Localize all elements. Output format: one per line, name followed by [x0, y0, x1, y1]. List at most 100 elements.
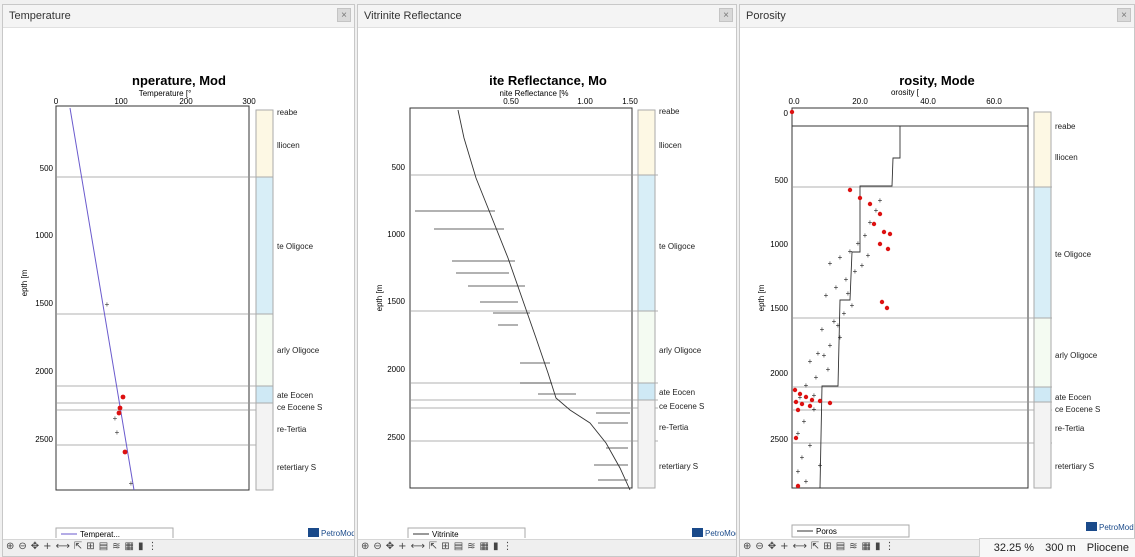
color-icon[interactable]: ▦: [862, 541, 871, 552]
temperature-panel: Temperature × nperature, Mod Temperature…: [2, 4, 355, 557]
svg-text:lliocen: lliocen: [277, 141, 300, 150]
measure-icon[interactable]: ⟷: [56, 541, 70, 552]
x-tick: 0.50: [503, 97, 519, 106]
y-tick: 2500: [387, 433, 405, 442]
y-axis-label: epth [m: [375, 284, 384, 311]
temperature-chart: nperature, Mod Temperature [° 0 100 200 …: [20, 73, 354, 538]
svg-text:+: +: [836, 321, 841, 330]
strat-labels: reabe lliocen te Oligoce arly Oligoce at…: [1055, 122, 1100, 471]
y-axis-label: epth [m: [20, 269, 29, 296]
legend-icon[interactable]: ≋: [849, 541, 857, 552]
table-icon[interactable]: ⋮: [503, 541, 513, 552]
axis-icon[interactable]: ⊞: [823, 541, 831, 552]
logo-text: PetroMod: [1099, 523, 1134, 532]
zoom-in-icon[interactable]: ⊕: [743, 541, 751, 552]
svg-text:+: +: [878, 196, 883, 205]
legend-label: Vitrinite: [432, 530, 459, 538]
color-icon[interactable]: ▦: [480, 541, 489, 552]
legend-label: Poros: [816, 527, 837, 536]
svg-text:+: +: [828, 341, 833, 350]
axis-icon[interactable]: ⊞: [86, 541, 94, 552]
y-tick: 1000: [770, 240, 788, 249]
panel-title-bar: Porosity ×: [740, 5, 1134, 28]
measure-icon[interactable]: ⟷: [411, 541, 425, 552]
legend-icon[interactable]: ≋: [467, 541, 475, 552]
svg-text:te Oligoce: te Oligoce: [659, 242, 696, 251]
red-points: [116, 394, 128, 455]
strat-column: [637, 109, 656, 489]
svg-text:+: +: [816, 349, 821, 358]
legend-icon[interactable]: ≋: [112, 541, 120, 552]
close-icon[interactable]: ×: [337, 8, 351, 22]
select-icon[interactable]: ⇱: [74, 541, 82, 552]
svg-text:te Oligoce: te Oligoce: [277, 242, 314, 251]
pan-icon[interactable]: ✥: [768, 541, 776, 552]
pan-icon[interactable]: ✥: [31, 541, 39, 552]
svg-text:+: +: [804, 381, 809, 390]
temperature-model-line: [69, 107, 135, 491]
y-tick: 1500: [35, 299, 53, 308]
svg-text:+: +: [808, 357, 813, 366]
y-tick: 500: [392, 163, 406, 172]
grid-icon[interactable]: ▤: [836, 541, 845, 552]
panel-toolbar: ⊕ ⊖ ✥ + ⟷ ⇱ ⊞ ▤ ≋ ▦ ▮ ⋮: [3, 539, 354, 556]
zoom-out-icon[interactable]: ⊖: [18, 541, 26, 552]
svg-text:+: +: [866, 251, 871, 260]
zoom-out-icon[interactable]: ⊖: [373, 541, 381, 552]
pan-icon[interactable]: ✥: [386, 541, 394, 552]
svg-text:ate Eocen: ate Eocen: [659, 388, 695, 397]
close-icon[interactable]: ×: [1117, 8, 1131, 22]
vitrinite-chart: ite Reflectance, Mo nite Reflectance [% …: [375, 73, 736, 538]
depth-readout: 300 m: [1045, 542, 1076, 554]
svg-text:+: +: [818, 461, 823, 470]
svg-text:ate Eocen: ate Eocen: [277, 391, 313, 400]
svg-text:ce Eocene S: ce Eocene S: [659, 402, 704, 411]
layers-icon[interactable]: ▮: [493, 541, 499, 552]
grid-icon[interactable]: ▤: [99, 541, 108, 552]
svg-text:+: +: [860, 261, 865, 270]
svg-text:re-Tertia: re-Tertia: [277, 425, 307, 434]
zoom-out-icon[interactable]: ⊖: [755, 541, 763, 552]
strat-column: [255, 109, 274, 491]
svg-text:retertiary S: retertiary S: [659, 462, 698, 471]
grid-icon[interactable]: ▤: [454, 541, 463, 552]
crosshair-icon[interactable]: +: [398, 541, 406, 552]
panel-title: Vitrinite Reflectance: [364, 10, 462, 22]
petromod-logo-icon: [692, 528, 703, 537]
zoom-in-icon[interactable]: ⊕: [6, 541, 14, 552]
zoom-in-icon[interactable]: ⊕: [361, 541, 369, 552]
select-icon[interactable]: ⇱: [811, 541, 819, 552]
svg-text:ce Eocene S: ce Eocene S: [277, 403, 322, 412]
table-icon[interactable]: ⋮: [885, 541, 895, 552]
logo-text: PetroMod: [705, 529, 736, 538]
plot-frame: [409, 107, 633, 489]
color-icon[interactable]: ▦: [125, 541, 134, 552]
svg-text:arly Oligoce: arly Oligoce: [277, 346, 320, 355]
crosshair-icon[interactable]: +: [780, 541, 788, 552]
panel-title: Porosity: [746, 10, 786, 22]
x-axis-label: orosity [: [891, 88, 920, 97]
table-icon[interactable]: ⋮: [148, 541, 158, 552]
svg-text:re-Tertia: re-Tertia: [659, 423, 689, 432]
svg-text:lliocen: lliocen: [659, 141, 682, 150]
layers-icon[interactable]: ▮: [138, 541, 144, 552]
axis-icon[interactable]: ⊞: [441, 541, 449, 552]
crosshair-icon[interactable]: +: [43, 541, 51, 552]
legend-box[interactable]: [407, 527, 526, 538]
svg-text:+: +: [828, 259, 833, 268]
select-icon[interactable]: ⇱: [429, 541, 437, 552]
svg-text:lliocen: lliocen: [1055, 153, 1078, 162]
svg-text:reabe: reabe: [1055, 122, 1076, 131]
plot-title: rosity, Mode: [899, 73, 975, 88]
petromod-logo-icon: [308, 528, 319, 537]
svg-text:+: +: [105, 300, 110, 309]
y-tick: 0: [784, 109, 789, 118]
x-tick: 100: [114, 97, 128, 106]
red-points: [789, 109, 893, 489]
petromod-logo-icon: [1086, 522, 1097, 531]
measure-icon[interactable]: ⟷: [793, 541, 807, 552]
layers-icon[interactable]: ▮: [875, 541, 881, 552]
y-tick: 500: [40, 164, 54, 173]
close-icon[interactable]: ×: [719, 8, 733, 22]
x-tick: 300: [242, 97, 256, 106]
